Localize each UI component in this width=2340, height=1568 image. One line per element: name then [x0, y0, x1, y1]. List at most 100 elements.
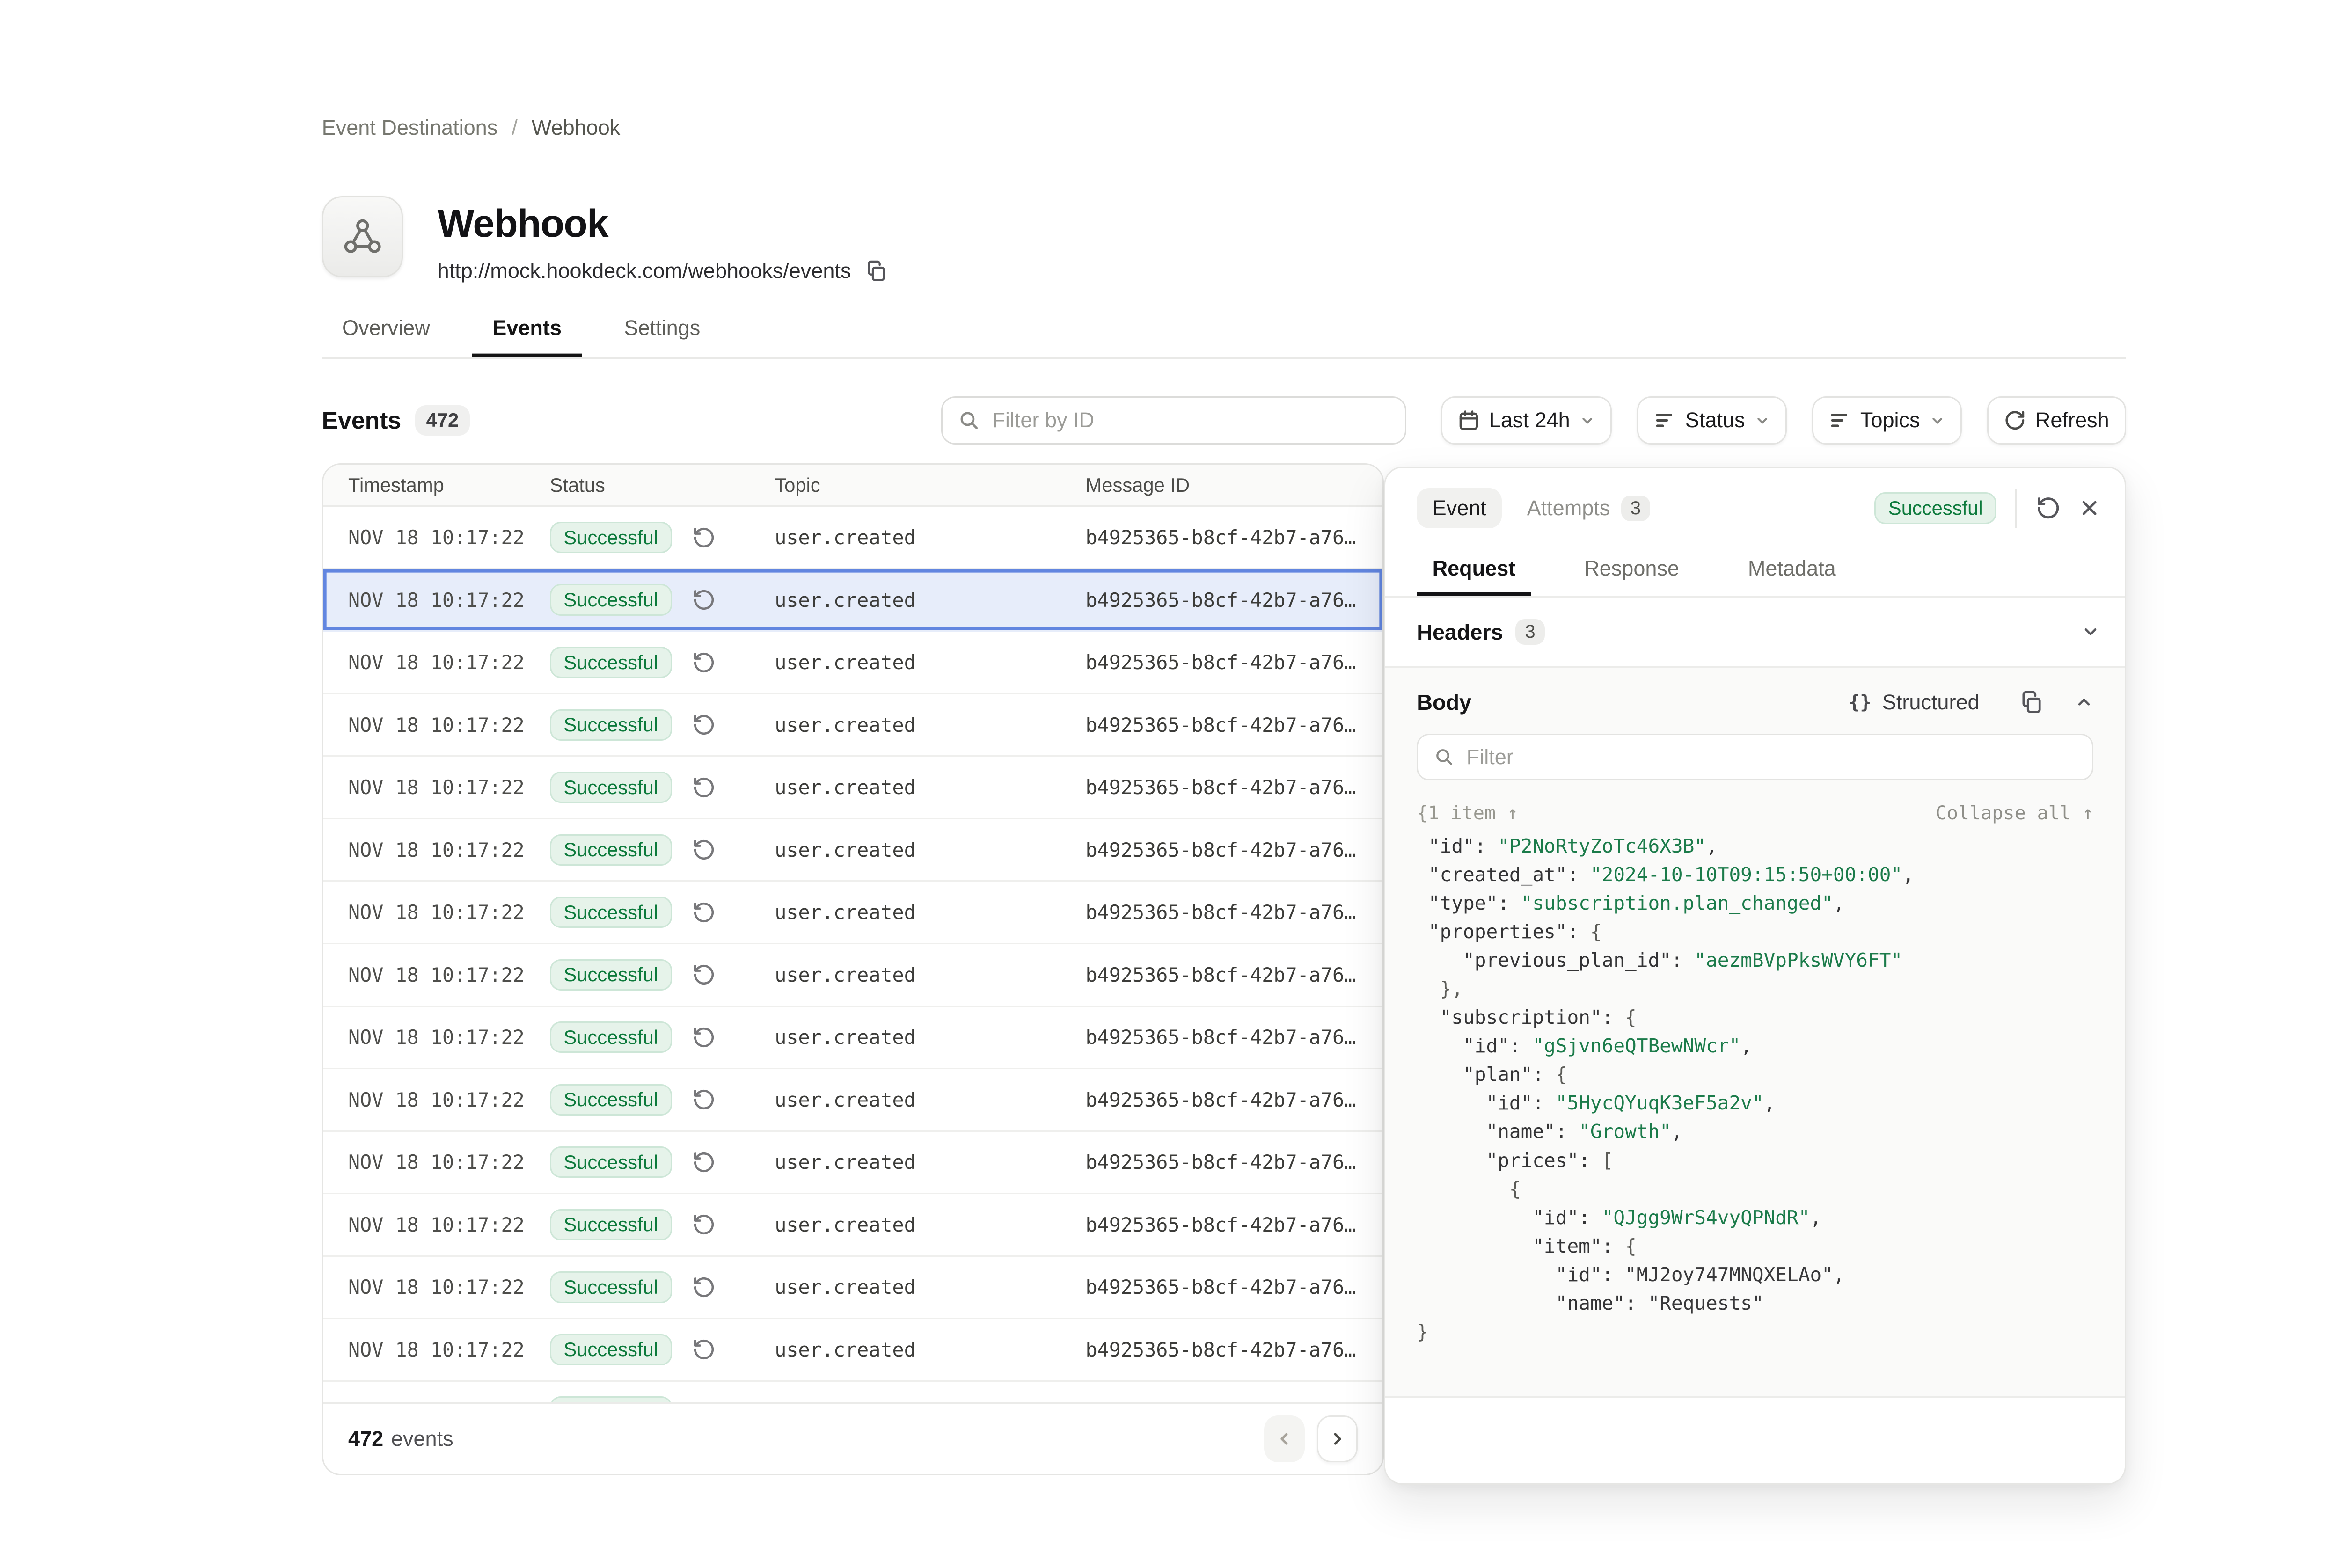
- topics-filter-button[interactable]: Topics: [1812, 396, 1962, 445]
- retry-event-button[interactable]: [692, 838, 716, 861]
- status-badge: Successful: [550, 897, 672, 928]
- segment-event[interactable]: Event: [1417, 488, 1502, 528]
- json-line: "id": "QJgg9WrS4vyQPNdR",: [1417, 1203, 2093, 1232]
- status-badge: Successful: [550, 1021, 672, 1053]
- structured-toggle[interactable]: {} Structured: [1849, 690, 1979, 715]
- table-row[interactable]: NOV 18 10:17:22Successfuluser.createdb49…: [323, 1382, 1383, 1402]
- retry-event-button[interactable]: [692, 776, 716, 799]
- filter-by-id-input[interactable]: [992, 408, 1389, 432]
- copy-body-button[interactable]: [2020, 691, 2043, 714]
- search-icon: [958, 409, 980, 431]
- timestamp-cell: NOV 18 10:17:22: [323, 526, 550, 549]
- retry-event-button[interactable]: [692, 1026, 716, 1049]
- retry-event-button[interactable]: [692, 1213, 716, 1236]
- retry-event-button[interactable]: [692, 651, 716, 674]
- retry-event-button[interactable]: [692, 901, 716, 924]
- status-filter-button[interactable]: Status: [1637, 396, 1787, 445]
- retry-event-button[interactable]: [692, 713, 716, 737]
- table-row[interactable]: NOV 18 10:17:22Successfuluser.createdb49…: [323, 882, 1383, 944]
- headers-section[interactable]: Headers 3: [1385, 598, 2125, 668]
- retry-event-button[interactable]: [692, 1151, 716, 1174]
- retry-event-button[interactable]: [692, 963, 716, 986]
- message-id-cell: b4925365-b8cf-42b7-a76…: [1086, 839, 1383, 861]
- close-panel-button[interactable]: [2079, 498, 2099, 518]
- url-row: http://mock.hookdeck.com/webhooks/events: [438, 259, 887, 283]
- body-section-header: Body {} Structured: [1417, 690, 2093, 715]
- events-total-label: events: [391, 1427, 453, 1451]
- refresh-icon: [2004, 409, 2026, 431]
- chevron-down-icon: [2081, 623, 2100, 642]
- retry-event-button[interactable]: [692, 1088, 716, 1111]
- retry-event-button[interactable]: [2036, 496, 2061, 520]
- retry-icon: [692, 1026, 716, 1049]
- tab-metadata[interactable]: Metadata: [1733, 548, 1852, 596]
- status-cell: Successful: [550, 647, 775, 678]
- table-row[interactable]: NOV 18 10:17:22Successfuluser.createdb49…: [323, 819, 1383, 882]
- table-row[interactable]: NOV 18 10:17:22Successfuluser.createdb49…: [323, 944, 1383, 1007]
- webhook-icon-box: [322, 196, 403, 277]
- tab-events[interactable]: Events: [472, 314, 582, 357]
- next-page-button[interactable]: [1317, 1415, 1358, 1462]
- refresh-button[interactable]: Refresh: [1987, 396, 2126, 445]
- message-id-cell: b4925365-b8cf-42b7-a76…: [1086, 963, 1383, 986]
- tab-request[interactable]: Request: [1417, 548, 1531, 596]
- retry-event-button[interactable]: [692, 1338, 716, 1361]
- body-filter[interactable]: [1417, 734, 2093, 780]
- tab-response[interactable]: Response: [1569, 548, 1695, 596]
- table-row[interactable]: NOV 18 10:17:22Successfuluser.createdb49…: [323, 507, 1383, 569]
- column-header-message-id: Message ID: [1086, 474, 1383, 496]
- expand-headers-button[interactable]: [2081, 623, 2100, 642]
- collapse-all-button[interactable]: Collapse all ↑: [1936, 802, 2094, 824]
- items-count-toggle[interactable]: {1 item ↑: [1417, 802, 1518, 824]
- table-row[interactable]: NOV 18 10:17:22Successfuluser.createdb49…: [323, 694, 1383, 757]
- table-row[interactable]: NOV 18 10:17:22Successfuluser.createdb49…: [323, 1194, 1383, 1257]
- status-filter-label: Status: [1685, 408, 1745, 432]
- copy-icon: [865, 260, 887, 282]
- table-row[interactable]: NOV 18 10:17:22Successfuluser.createdb49…: [323, 1257, 1383, 1320]
- segment-attempts[interactable]: Attempts 3: [1527, 496, 1650, 521]
- retry-icon: [692, 1088, 716, 1111]
- json-meta-row: {1 item ↑ Collapse all ↑: [1417, 802, 2093, 824]
- breadcrumb-parent-link[interactable]: Event Destinations: [322, 116, 498, 140]
- retry-icon: [692, 1276, 716, 1299]
- topic-cell: user.created: [775, 963, 1085, 986]
- status-cell: Successful: [550, 1334, 775, 1365]
- retry-event-button[interactable]: [692, 1276, 716, 1299]
- table-row[interactable]: NOV 18 10:17:22Successfuluser.createdb49…: [323, 569, 1383, 632]
- table-row[interactable]: NOV 18 10:17:22Successfuluser.createdb49…: [323, 757, 1383, 819]
- message-id-cell: b4925365-b8cf-42b7-a76…: [1086, 776, 1383, 799]
- status-badge: Successful: [1874, 492, 1996, 524]
- filter-icon: [1654, 409, 1676, 431]
- timestamp-cell: NOV 18 10:17:22: [323, 963, 550, 986]
- close-icon: [2079, 498, 2099, 518]
- status-badge: Successful: [550, 1146, 672, 1178]
- copy-url-button[interactable]: [865, 260, 887, 282]
- breadcrumb-current: Webhook: [532, 116, 621, 140]
- topics-filter-label: Topics: [1860, 408, 1920, 432]
- breadcrumb: Event Destinations / Webhook: [322, 0, 2126, 140]
- date-range-button[interactable]: Last 24h: [1441, 396, 1612, 445]
- collapse-body-button[interactable]: [2075, 693, 2093, 712]
- retry-event-button[interactable]: [692, 588, 716, 612]
- webhook-icon: [341, 215, 384, 258]
- status-badge: Successful: [550, 584, 672, 615]
- previous-page-button[interactable]: [1264, 1415, 1305, 1462]
- tab-overview[interactable]: Overview: [322, 314, 451, 357]
- table-row[interactable]: NOV 18 10:17:22Successfuluser.createdb49…: [323, 632, 1383, 694]
- message-id-cell: b4925365-b8cf-42b7-a76…: [1086, 1338, 1383, 1361]
- table-row[interactable]: NOV 18 10:17:22Successfuluser.createdb49…: [323, 1069, 1383, 1132]
- filter-by-id-search[interactable]: [941, 396, 1407, 445]
- retry-icon: [692, 1213, 716, 1236]
- retry-event-button[interactable]: [692, 526, 716, 549]
- status-cell: Successful: [550, 772, 775, 803]
- table-row[interactable]: NOV 18 10:17:22Successfuluser.createdb49…: [323, 1319, 1383, 1382]
- table-row[interactable]: NOV 18 10:17:22Successfuluser.createdb49…: [323, 1007, 1383, 1070]
- body-filter-input[interactable]: [1467, 745, 2077, 769]
- events-heading: Events: [322, 406, 402, 434]
- panel-header: Event Attempts 3 Successful: [1385, 468, 2125, 528]
- breadcrumb-separator: /: [512, 116, 518, 140]
- json-line: "plan": {: [1417, 1060, 2093, 1089]
- tab-settings[interactable]: Settings: [604, 314, 721, 357]
- main: Timestamp Status Topic Message ID NOV 18…: [322, 463, 2126, 1485]
- table-row[interactable]: NOV 18 10:17:22Successfuluser.createdb49…: [323, 1132, 1383, 1195]
